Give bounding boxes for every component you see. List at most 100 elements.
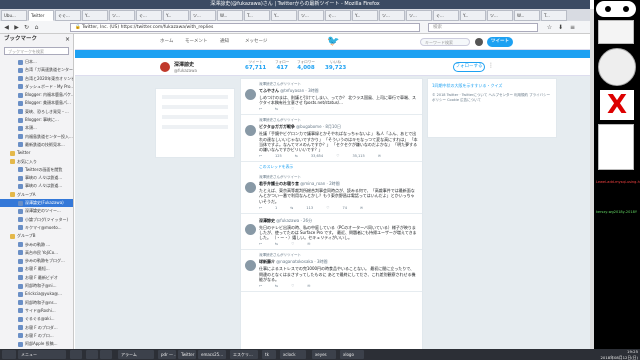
browser-tab[interactable]: ツ... bbox=[487, 10, 513, 21]
nav-notifications[interactable]: 通知 bbox=[220, 34, 229, 50]
taskbar-item[interactable]: emacs25... bbox=[198, 350, 226, 359]
sidebar-item[interactable]: サイド@Roshi... bbox=[0, 307, 73, 315]
stat-following[interactable]: フォロー 417 bbox=[275, 60, 289, 71]
sidebar-item[interactable]: 阿部Apple 投稿... bbox=[0, 340, 73, 348]
tweet-avatar[interactable] bbox=[245, 182, 256, 194]
sidebar-item[interactable]: Twitter bbox=[0, 149, 73, 157]
sidebar-item[interactable]: 本頭... bbox=[0, 124, 73, 132]
tweet[interactable]: 深澤諒史 @fukazawa · 26分 先日のテレビ出演の時、私の中庭している（… bbox=[241, 214, 422, 251]
sidebar-item[interactable]: Twitterの画面を閲覧 bbox=[0, 166, 73, 174]
browser-tab[interactable]: Y... bbox=[82, 10, 108, 21]
nav-home[interactable]: ホーム bbox=[160, 34, 173, 50]
browser-tab[interactable]: T... bbox=[244, 10, 270, 21]
browser-tab[interactable]: Y... bbox=[352, 10, 378, 21]
nav-moments[interactable]: モーメント bbox=[185, 34, 207, 50]
sidebar-item[interactable]: 最新鉄道の技術見本... bbox=[0, 141, 73, 149]
forward-arrow-icon[interactable]: ▶ bbox=[12, 23, 21, 32]
taskbar-item[interactable]: xlogo bbox=[340, 350, 364, 359]
twitter-search-input[interactable]: キーワード検索 bbox=[420, 38, 470, 46]
browser-tab[interactable]: ぐ... bbox=[136, 10, 162, 21]
tweet-actions[interactable]: ↩ 1 ⇆ 113 ♡ 74 ✉ bbox=[259, 206, 418, 210]
tweet-actions[interactable]: ↩ 125 ⇆ 33,654 ♡ 35,115 ✉ bbox=[259, 154, 418, 158]
sidebar-item[interactable]: 台湾「ガ高速鉄道センター... bbox=[0, 66, 73, 74]
sidebar-item[interactable]: お寝 F のプロダ... bbox=[0, 324, 73, 332]
sidebar-item[interactable]: お寝 F 最新ビデオ bbox=[0, 274, 73, 282]
tweet-author[interactable]: 深澤諒史 bbox=[259, 218, 275, 223]
taskbar-item[interactable]: pdr — ... bbox=[158, 350, 176, 359]
sidebar-item[interactable]: お寝 F のブロ... bbox=[0, 332, 73, 340]
sidebar-item[interactable]: 台湾と2020年東京オリンピック... bbox=[0, 75, 73, 83]
follow-button[interactable]: フォローする bbox=[453, 62, 485, 72]
sidebar-item[interactable]: Blogger: 美顔本鹿島パ... bbox=[0, 99, 73, 107]
browser-tab[interactable]: Y... bbox=[460, 10, 486, 21]
sidebar-item[interactable]: お寝 F 最短... bbox=[0, 265, 73, 273]
taskbar-item[interactable]: xeyes bbox=[312, 350, 336, 359]
taskbar-item[interactable]: tk bbox=[262, 350, 276, 359]
taskbar-item[interactable] bbox=[86, 350, 98, 359]
twitter-bird-icon[interactable]: 🐦 bbox=[327, 37, 339, 47]
tweet-avatar[interactable] bbox=[245, 223, 256, 235]
browser-tab[interactable]: Y... bbox=[163, 10, 189, 21]
browser-tab[interactable]: ぐ... bbox=[325, 10, 351, 21]
browser-tab[interactable]: Ubu... bbox=[1, 10, 27, 21]
tweet[interactable]: 深澤諒史さんがリツイート てふやさん @tefuyasan · 3時間 しめつけのま… bbox=[241, 79, 422, 116]
sidebar-item[interactable]: グループB bbox=[0, 232, 73, 240]
sidebar-item[interactable]: 小論ブログ(ツイッター) bbox=[0, 216, 73, 224]
tweet-actions[interactable]: ↩ ⇆ ♡ ✉ bbox=[259, 242, 418, 246]
trend-link[interactable]: 1同期中状の大阪を示すすいる・クイズ bbox=[432, 83, 552, 89]
url-bar[interactable]: 🔒 Twitter, Inc. (US) https://twitter.com… bbox=[70, 23, 420, 32]
sidebar-item[interactable]: 事峡の 人々は鉄道... bbox=[0, 174, 73, 182]
taskbar-item[interactable]: メニュー bbox=[18, 350, 66, 359]
taskbar-item[interactable]: Twitter bbox=[178, 350, 196, 359]
sidebar-item[interactable]: 東峡、恐ろしき発見・... bbox=[0, 108, 73, 116]
sidebar-item[interactable]: 高台市民 YoJiCo... bbox=[0, 249, 73, 257]
sidebar-item[interactable]: キクマイ@moeto... bbox=[0, 224, 73, 232]
back-arrow-icon[interactable]: ◀ bbox=[2, 23, 11, 32]
browser-tab[interactable]: ツ... bbox=[190, 10, 216, 21]
tweet[interactable]: 深澤諒史さんがリツイート ビクタ@ガガガ戦争 @bugabome · 8月10日社… bbox=[241, 115, 422, 163]
sidebar-item[interactable]: 深澤論史のツイー... bbox=[0, 207, 73, 215]
profile-name[interactable]: 深澤諒史 bbox=[174, 61, 194, 68]
tweet-actions[interactable]: ↩ ⇆ ♡ ✉ bbox=[259, 284, 418, 288]
tweet-author[interactable]: ビクタ@ガガガ戦争 bbox=[259, 124, 295, 129]
profile-avatar[interactable] bbox=[159, 61, 171, 73]
sidebar-item[interactable]: ダッシュボード - My Pro... bbox=[0, 83, 73, 91]
tweet-button[interactable]: ツイート bbox=[487, 37, 513, 47]
tweet-author[interactable]: 球新藤介 bbox=[259, 259, 275, 264]
sidebar-item[interactable]: 歩みの軌跡をブログ... bbox=[0, 257, 73, 265]
show-thread-link[interactable]: このスレッドを表示 bbox=[241, 162, 422, 172]
sidebar-item[interactable]: 歩みの軌跡 ... bbox=[0, 241, 73, 249]
bookmark-star-icon[interactable]: ☆ bbox=[545, 23, 554, 32]
browser-tab[interactable]: W... bbox=[217, 10, 243, 21]
browser-tab[interactable]: T... bbox=[541, 10, 567, 21]
browser-tab[interactable]: ツ... bbox=[379, 10, 405, 21]
browser-tab[interactable]: ツ... bbox=[298, 10, 324, 21]
search-input[interactable]: 検索 bbox=[428, 23, 538, 32]
home-icon[interactable]: ⌂ bbox=[32, 23, 41, 32]
sidebar-item[interactable]: グループA bbox=[0, 191, 73, 199]
stat-tweets[interactable]: ツイート 67,711 bbox=[245, 60, 266, 71]
footer-links[interactable]: © 2018 Twitter · Twitterについて ヘルプセンター 利用規… bbox=[432, 93, 552, 103]
tweet-actions[interactable]: ↩ ⇆ ♡ bbox=[259, 107, 418, 111]
taskbar-item[interactable]: エスケリ... bbox=[230, 350, 258, 359]
stat-followers[interactable]: フォロワー 4,008 bbox=[297, 60, 315, 71]
sidebar-item[interactable]: 内福島鉄道センター投入... bbox=[0, 133, 73, 141]
sidebar-item[interactable]: 深澤論史(Fukazawa) bbox=[0, 199, 73, 208]
menu-icon[interactable]: ≡ bbox=[568, 23, 577, 32]
browser-tab[interactable]: ぐぐ... bbox=[55, 10, 81, 21]
sidebar-item[interactable]: 日本... bbox=[0, 58, 73, 66]
tweet-avatar[interactable] bbox=[245, 260, 256, 272]
taskbar-item[interactable] bbox=[100, 350, 112, 359]
browser-tab[interactable]: Y... bbox=[271, 10, 297, 21]
sidebar-item[interactable]: Blogger: 事峡に... bbox=[0, 116, 73, 124]
browser-tab[interactable]: ツ... bbox=[406, 10, 432, 21]
tweet-avatar[interactable] bbox=[245, 125, 256, 137]
browser-tab[interactable]: Twitter bbox=[28, 10, 54, 21]
stat-likes[interactable]: いいね 39,723 bbox=[325, 60, 346, 71]
sidebar-item[interactable]: 阿部時和子@ni... bbox=[0, 282, 73, 290]
browser-tab[interactable]: ぐ... bbox=[433, 10, 459, 21]
browser-tab[interactable]: W... bbox=[514, 10, 540, 21]
bookmark-search-input[interactable]: ブックマークを検索 bbox=[4, 47, 69, 55]
sidebar-item[interactable]: Erickcia@yuka@... bbox=[0, 290, 73, 298]
taskbar-item[interactable] bbox=[2, 350, 16, 359]
